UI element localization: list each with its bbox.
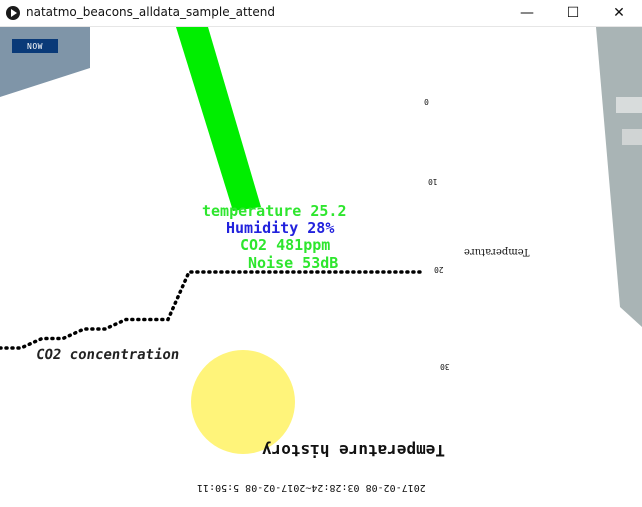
y-tick-label: 10: [428, 177, 438, 186]
y-tick-label: 0: [424, 97, 429, 106]
minimize-button[interactable]: —: [504, 0, 550, 26]
bg-photo-left: [0, 27, 90, 97]
y-tick-label: 20: [434, 265, 444, 274]
pointer-bar: [176, 27, 261, 211]
app-window: natatmo_beacons_alldata_sample_attend — …: [0, 0, 642, 507]
temperature-history-line: [0, 270, 422, 350]
noise-readout: Noise 53dB: [248, 254, 339, 272]
window-title: natatmo_beacons_alldata_sample_attend: [26, 5, 275, 19]
humidity-readout: Humidity 28%: [226, 219, 335, 237]
play-circle-icon: [6, 6, 20, 20]
temperature-axis-title: Temperature: [464, 246, 530, 257]
co2-circle: [191, 350, 295, 454]
bg-photo-keys: [616, 97, 642, 113]
y-tick-label: 30: [440, 362, 450, 371]
sketch-canvas[interactable]: NOW temperature 25.2 Humidity 28% CO2 48…: [0, 27, 642, 507]
title-bar[interactable]: natatmo_beacons_alldata_sample_attend — …: [0, 0, 642, 27]
temperature-history-title: Temperature history: [262, 441, 446, 460]
temperature-readout: temperature 25.2: [202, 202, 347, 220]
close-button[interactable]: ✕: [596, 0, 642, 26]
now-button[interactable]: NOW: [12, 39, 58, 53]
bg-photo-keys: [622, 129, 642, 145]
co2-readout: CO2 481ppm: [240, 236, 331, 254]
co2-concentration-label: CO2 concentration: [34, 347, 181, 363]
maximize-button[interactable]: ☐: [550, 0, 596, 26]
bg-photo-right: [596, 27, 642, 327]
time-range-label: 2017-02-08 03:28:24~2017-02-08 5:50:11: [197, 482, 426, 493]
